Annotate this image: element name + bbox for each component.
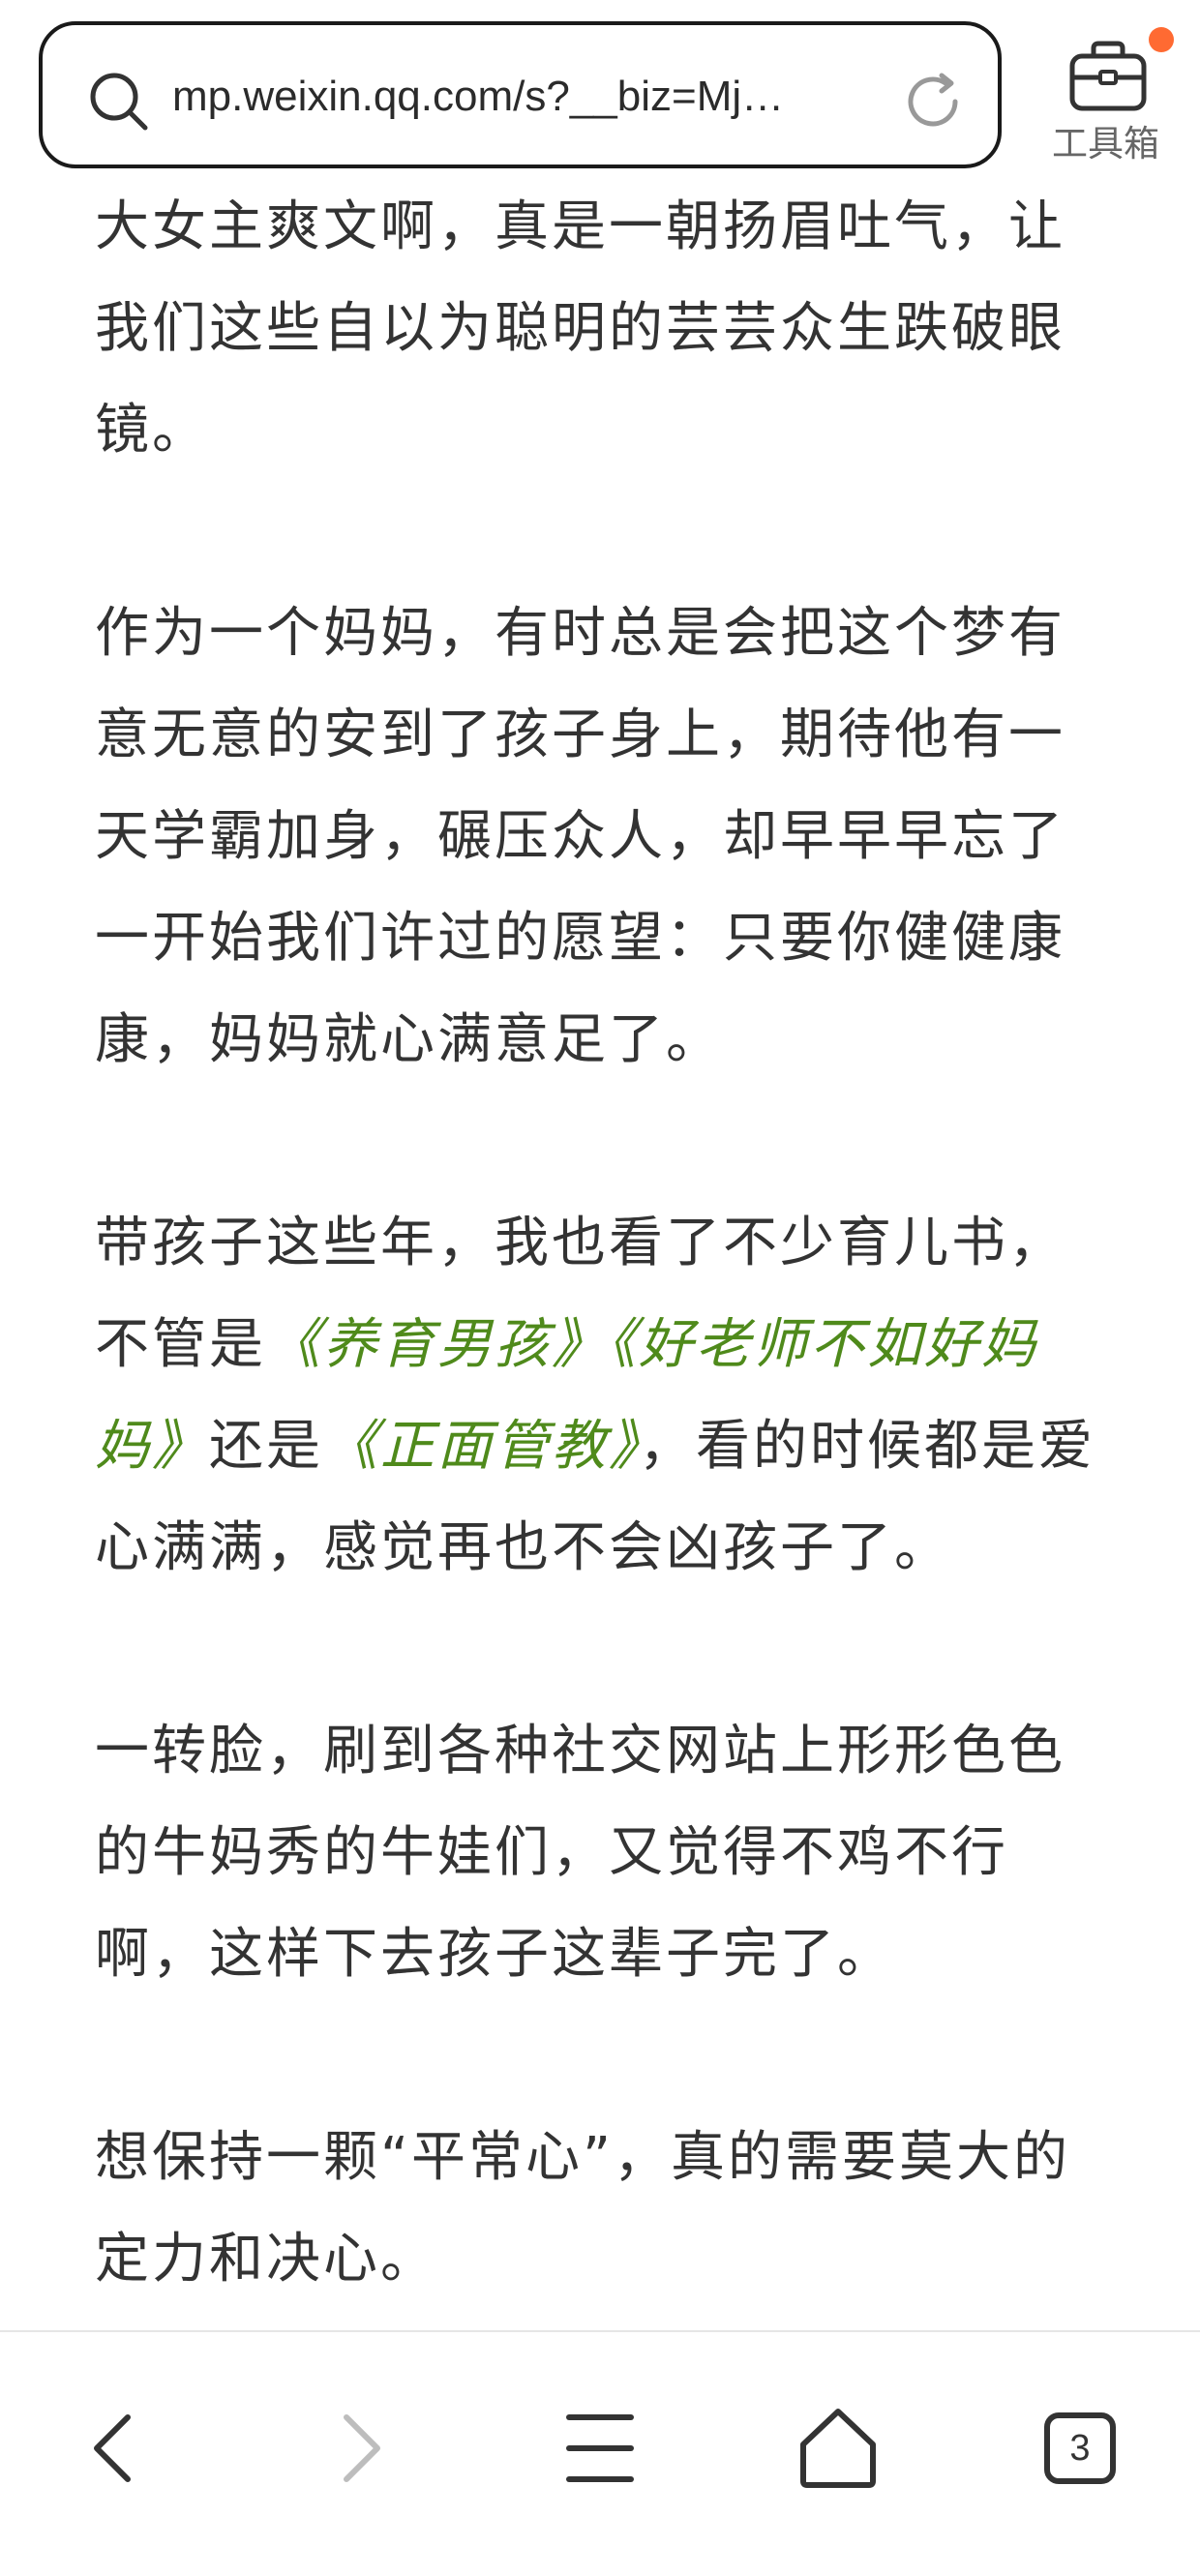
page: mp.weixin.qq.com/s?__biz=Mj… 工具箱 大女主爽文啊，…	[0, 0, 1200, 2576]
menu-button[interactable]	[552, 2400, 648, 2497]
address-bar[interactable]: mp.weixin.qq.com/s?__biz=Mj…	[39, 21, 1002, 168]
paragraph-5: 想保持一颗“平常心”，真的需要莫大的定力和决心。	[95, 2126, 1071, 2291]
toolbox-label: 工具箱	[1052, 123, 1159, 165]
paragraph-4: 一转脸，刷到各种社交网站上形形色色的牛妈秀的牛娃们，又觉得不鸡不行啊，这样下去孩…	[95, 1720, 1065, 1986]
home-button[interactable]	[790, 2400, 886, 2497]
toolbox-icon	[1069, 41, 1147, 111]
back-icon	[94, 2414, 131, 2482]
back-button[interactable]	[68, 2400, 165, 2497]
paragraph-2: 作为一个妈妈，有时总是会把这个梦有意无意的安到了孩子身上，期待他有一天学霸加身，…	[95, 602, 1065, 1071]
menu-icon	[566, 2414, 634, 2482]
paragraph-3-text-b: 还是	[209, 1415, 323, 1478]
book-title-link[interactable]: 《正面管教》	[323, 1415, 639, 1478]
url-text[interactable]: mp.weixin.qq.com/s?__biz=Mj…	[172, 68, 888, 126]
browser-top-bar: mp.weixin.qq.com/s?__biz=Mj… 工具箱	[0, 0, 1200, 184]
browser-bottom-bar: 3	[0, 2330, 1200, 2576]
home-icon	[800, 2409, 876, 2488]
search-icon	[90, 73, 148, 131]
forward-icon	[344, 2414, 380, 2482]
tabs-button[interactable]: 3	[1032, 2400, 1128, 2497]
toolbox-button[interactable]: 工具箱	[1035, 23, 1176, 178]
tabs-count: 3	[1069, 2427, 1091, 2469]
book-title-link[interactable]: 《养育男孩》	[266, 1313, 609, 1376]
notification-dot	[1149, 27, 1174, 52]
paragraph-1: 大女主爽文啊，真是一朝扬眉吐气，让我们这些自以为聪明的芸芸众生跌破眼镜。	[95, 195, 1065, 462]
reload-icon[interactable]	[899, 68, 967, 135]
forward-button[interactable]	[310, 2400, 406, 2497]
paragraph-3: 带孩子这些年，我也看了不少育儿书，不管是《养育男孩》《好老师不如好妈妈》还是《正…	[95, 1192, 1111, 1599]
article-body: 大女主爽文啊，真是一朝扬眉吐气，让我们这些自以为聪明的芸芸众生跌破眼镜。 作为一…	[95, 176, 1111, 2310]
